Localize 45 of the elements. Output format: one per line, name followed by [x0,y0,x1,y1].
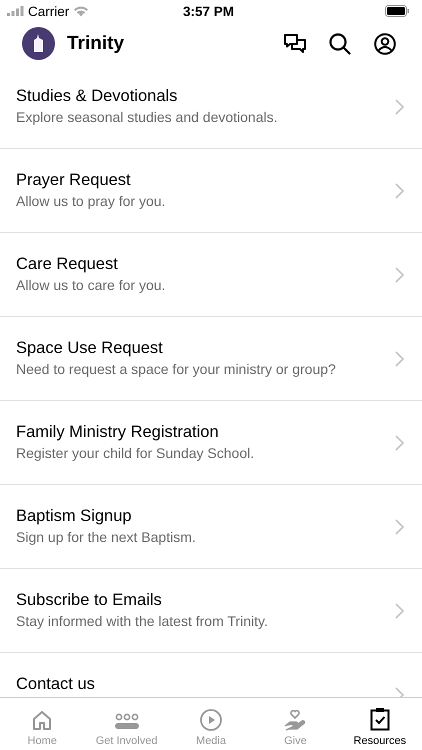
row-title: Baptism Signup [16,506,133,526]
row-subtitle: Sign up for the next Baptism. [16,528,197,544]
home-icon [32,710,52,731]
chevron-icon [395,602,404,618]
tab-item[interactable]: Resources [338,698,422,750]
clock-time: 3:57 PM [182,4,235,18]
app-title: Trinity [67,32,126,54]
people-icon [114,713,140,731]
list-row[interactable]: Space Use Request Need to request a space for your ministry or group? [0,317,422,401]
row-subtitle: Explore seasonal studies and devotionals. [16,108,279,124]
signal-icon [7,6,24,16]
chevron-icon [395,182,404,198]
list-row[interactable]: Prayer Request Allow us to pray for you. [0,149,422,233]
list-row[interactable]: Studies & Devotionals Explore seasonal studies and devotionals. [0,65,422,149]
battery-icon [384,5,410,17]
heart-hand-icon [284,709,306,731]
search-icon[interactable] [329,32,351,54]
chat-icon[interactable] [284,34,306,54]
row-title: Care Request [16,254,119,274]
profile-icon[interactable] [374,32,396,54]
play-icon [200,709,222,731]
row-title: Contact us [16,674,96,694]
chevron-icon [395,266,404,282]
carrier-label: Carrier [28,4,70,18]
wifi-icon [73,5,90,17]
chevron-icon [395,518,404,534]
chevron-icon [395,350,404,366]
row-title: Space Use Request [16,338,164,358]
row-title: Studies & Devotionals [16,86,178,106]
logo-icon [22,27,55,60]
row-title: Subscribe to Emails [16,590,163,610]
row-subtitle: Allow us to pray for you. [16,192,166,208]
chevron-icon [395,98,404,114]
row-subtitle: Stay informed with the latest from Trinity. [16,612,269,628]
chevron-icon [395,434,404,450]
list-row[interactable]: Subscribe to Emails Stay informed with the latest from Trinity. [0,569,422,653]
row-subtitle: Register your child for Sunday School. [16,444,256,460]
list-row[interactable]: Baptism Signup Sign up for the next Baptism. [0,485,422,569]
row-title: Prayer Request [16,170,132,190]
row-title: Family Ministry Registration [16,422,220,442]
row-subtitle: Need to request a space for your ministry or group? [16,360,337,376]
clipboard-check-icon [370,707,390,731]
list-row[interactable]: Family Ministry Registration Register your child for Sunday School. [0,401,422,485]
list-row[interactable]: Care Request Allow us to care for you. [0,233,422,317]
row-subtitle: Allow us to care for you. [16,276,166,292]
